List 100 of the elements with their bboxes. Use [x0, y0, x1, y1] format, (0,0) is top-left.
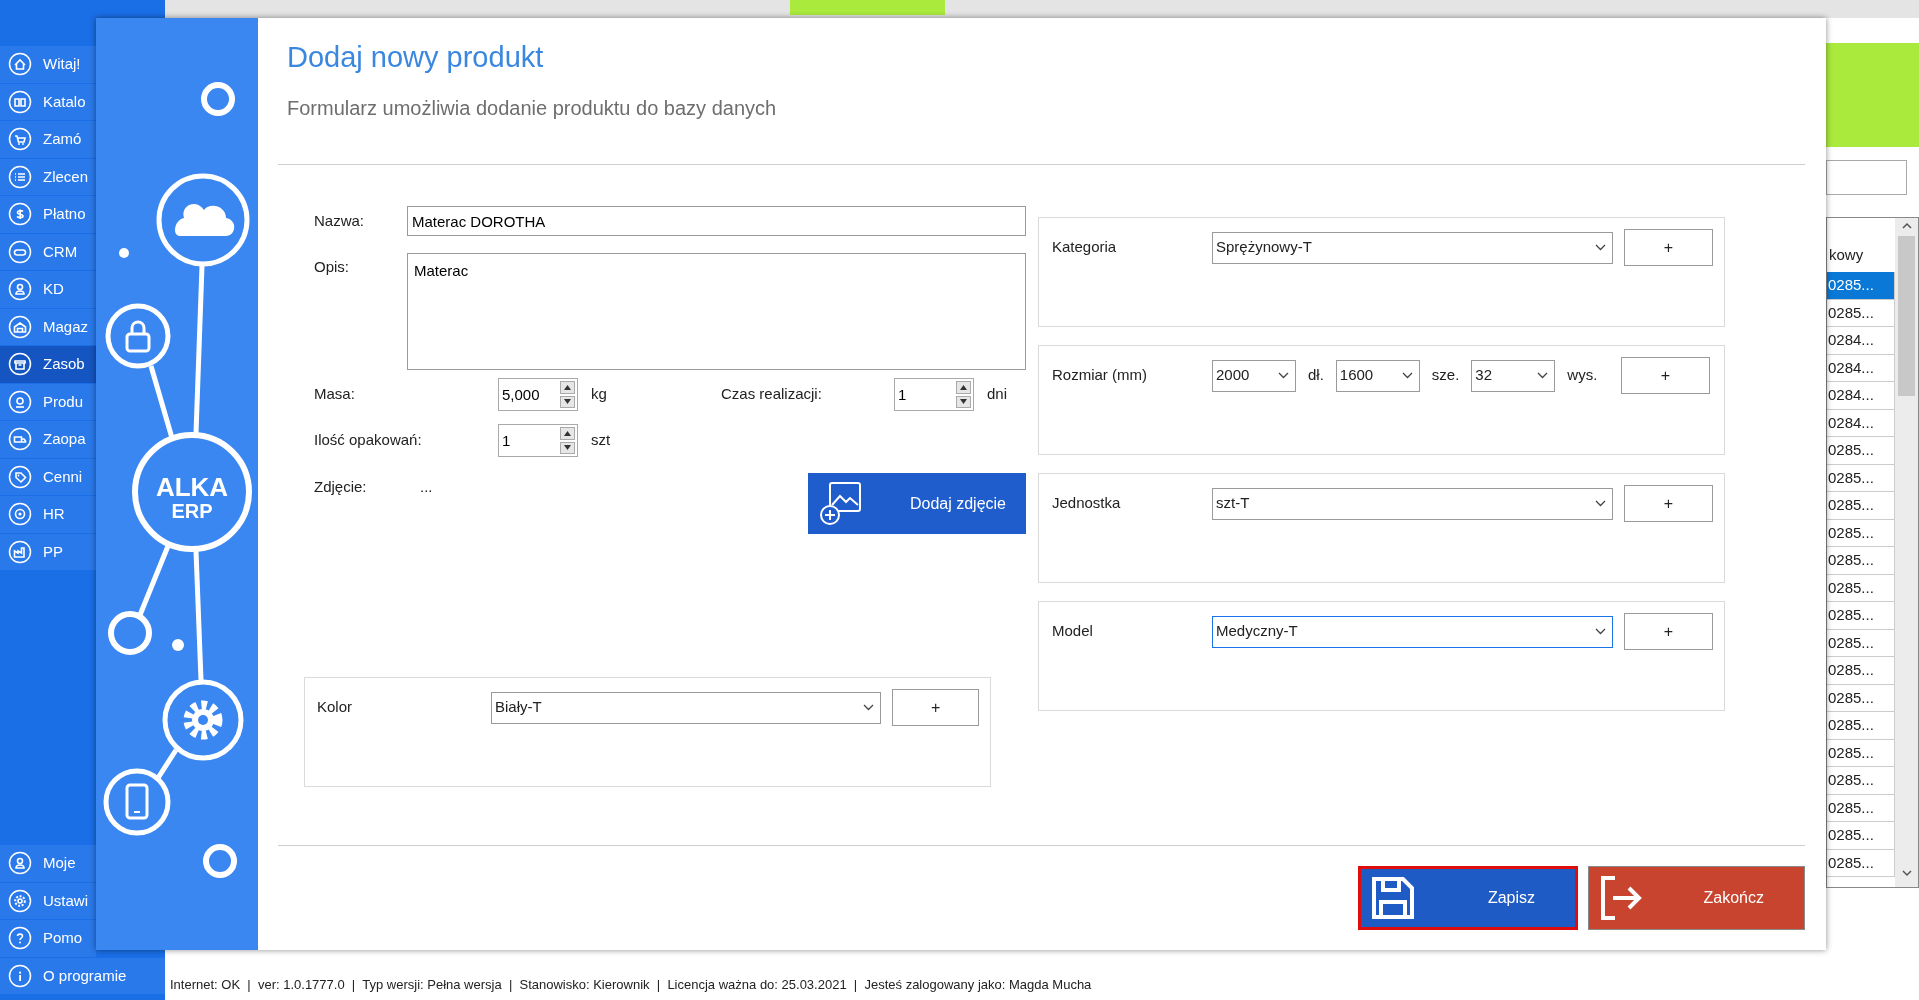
chevron-down-icon: [1537, 372, 1549, 379]
up-arrow-icon: [564, 430, 571, 436]
close-button[interactable]: Zakończ: [1588, 866, 1805, 930]
sidebar-item[interactable]: Witaj!: [0, 46, 96, 83]
badge-icon: [8, 239, 32, 264]
scrollbar-thumb[interactable]: [1898, 236, 1915, 396]
add-photo-button[interactable]: Dodaj zdjęcie: [808, 473, 1026, 534]
chevron-down-icon: [1595, 628, 1606, 635]
dropdown[interactable]: 32: [1471, 359, 1556, 392]
tag-icon: [8, 464, 32, 489]
spin-down-button[interactable]: [956, 395, 971, 408]
spin-down-button[interactable]: [560, 441, 575, 454]
sidebar-item[interactable]: Produ: [0, 383, 96, 420]
field-label: Ilość opakowań:: [313, 430, 423, 451]
unit-label: wys.: [1567, 365, 1598, 386]
down-arrow-icon: [564, 399, 571, 405]
sidebar-item[interactable]: Zasob: [0, 346, 96, 383]
field-label: Opis:: [313, 257, 350, 277]
sidebar-item[interactable]: KD: [0, 271, 96, 308]
sidebar-item[interactable]: Ustawi: [0, 882, 96, 919]
sidebar-item[interactable]: Zlecen: [0, 158, 96, 195]
spin-box[interactable]: 5,000: [498, 378, 578, 411]
field-label: Rozmiar (mm): [1051, 365, 1148, 386]
sidebar-item[interactable]: Płatno: [0, 196, 96, 233]
coin-icon: [8, 202, 32, 227]
field-label: Nazwa:: [313, 210, 366, 231]
person-icon: [8, 277, 32, 302]
dropdown[interactable]: Sprężynowy-T: [1212, 231, 1613, 264]
dropdown[interactable]: Medyczny-T: [1212, 615, 1613, 648]
add-button[interactable]: +: [892, 689, 979, 726]
search-field[interactable]: [1826, 160, 1907, 195]
field-label: Czas realizacji:: [721, 384, 823, 405]
spin-up-button[interactable]: [560, 381, 575, 394]
help-icon: [8, 926, 32, 951]
unit-label: szt: [591, 430, 611, 451]
book-icon: [8, 89, 32, 114]
add-button[interactable]: +: [1624, 229, 1713, 266]
chevron-down-icon: [1401, 372, 1413, 379]
field-label: Masa:: [313, 384, 356, 405]
dropdown[interactable]: 2000: [1212, 359, 1296, 392]
sidebar-item[interactable]: Pomo: [0, 920, 96, 957]
dropdown[interactable]: szt-T: [1212, 487, 1613, 520]
chevron-down-icon: [1595, 500, 1606, 507]
truck-icon: [8, 427, 32, 452]
input-field[interactable]: Materac DOROTHA: [407, 206, 1026, 236]
person-icon: [8, 851, 32, 876]
sidebar-item[interactable]: Zaopa: [0, 421, 96, 458]
field-label: Zdjęcie:: [313, 477, 368, 497]
chevron-down-icon: [863, 704, 875, 711]
dialog-subtitle: Formularz umożliwia dodanie produktu do bazy danych: [287, 95, 778, 121]
spin-up-button[interactable]: [560, 427, 575, 440]
field-label: Jednostka: [1051, 493, 1122, 514]
add-button[interactable]: +: [1624, 613, 1713, 650]
scrollbar[interactable]: [1895, 218, 1918, 887]
list-row[interactable]: 0285...: [1827, 272, 1895, 300]
field-label: Kolor: [317, 697, 354, 718]
up-arrow-icon: [960, 384, 967, 390]
sidebar-item[interactable]: HR: [0, 496, 96, 533]
photo-path: ...: [420, 477, 433, 497]
dropdown[interactable]: 1600: [1335, 359, 1420, 392]
add-button[interactable]: +: [1621, 357, 1710, 394]
sidebar-item[interactable]: Katalo: [0, 83, 96, 120]
field-label: Model: [1051, 621, 1094, 642]
sidebar-item[interactable]: O programie: [0, 957, 165, 994]
spin-down-button[interactable]: [560, 395, 575, 408]
factory-icon: [8, 539, 32, 564]
down-arrow-icon: [564, 445, 571, 451]
unit-label: kg: [591, 384, 608, 405]
save-button[interactable]: Zapisz: [1358, 866, 1578, 930]
sidebar-item[interactable]: CRM: [0, 233, 96, 270]
dialog-title: Dodaj nowy produkt: [287, 40, 545, 75]
logo-text: ALKA: [155, 472, 229, 502]
text-area[interactable]: Materac: [407, 253, 1026, 370]
scroll-down-icon[interactable]: [1900, 868, 1913, 877]
logo-text: ERP: [171, 500, 213, 522]
column-header: kowy: [1828, 244, 1865, 265]
spin-box[interactable]: 1: [894, 378, 974, 411]
gear-icon: [8, 888, 32, 913]
sidebar-item[interactable]: Magaz: [0, 308, 96, 345]
list-icon: [8, 164, 32, 189]
info-icon: [8, 963, 32, 988]
chevron-down-icon: [1595, 244, 1606, 251]
chevron-down-icon: [1278, 372, 1289, 379]
image-add-icon: [820, 480, 862, 527]
box-icon: [8, 352, 32, 377]
sidebar-item[interactable]: Cenni: [0, 458, 96, 495]
unit-label: dł.: [1308, 365, 1324, 386]
spin-box[interactable]: 1: [498, 424, 578, 457]
scroll-up-icon[interactable]: [1900, 222, 1913, 230]
home-icon: [8, 52, 32, 77]
spin-up-button[interactable]: [956, 381, 971, 394]
sidebar-item[interactable]: Moje: [0, 845, 96, 882]
dropdown[interactable]: Biały-T: [491, 691, 882, 724]
cart-icon: [8, 127, 32, 152]
field-label: Kategoria: [1051, 237, 1118, 258]
warehouse-icon: [8, 314, 32, 339]
sidebar-item[interactable]: PP: [0, 533, 96, 570]
add-button[interactable]: +: [1624, 485, 1713, 522]
sidebar-item[interactable]: Zamó: [0, 121, 96, 158]
down-arrow-icon: [960, 399, 967, 405]
